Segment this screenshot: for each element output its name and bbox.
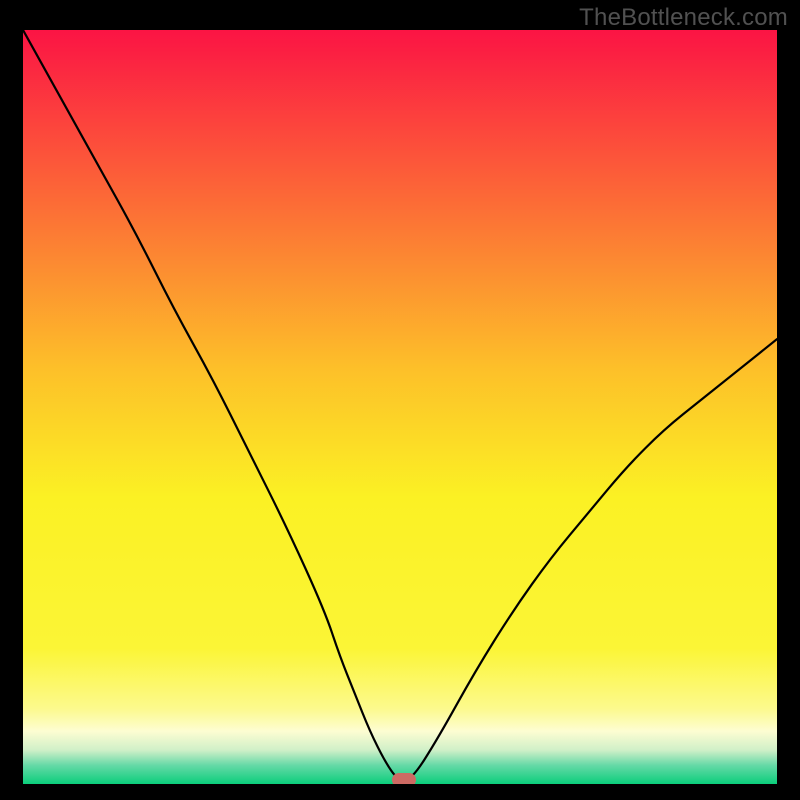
watermark-text: TheBottleneck.com	[579, 4, 788, 32]
bottleneck-curve	[23, 30, 777, 784]
plot-area	[23, 30, 777, 784]
chart-frame: TheBottleneck.com	[0, 0, 800, 800]
optimum-marker	[392, 773, 416, 784]
